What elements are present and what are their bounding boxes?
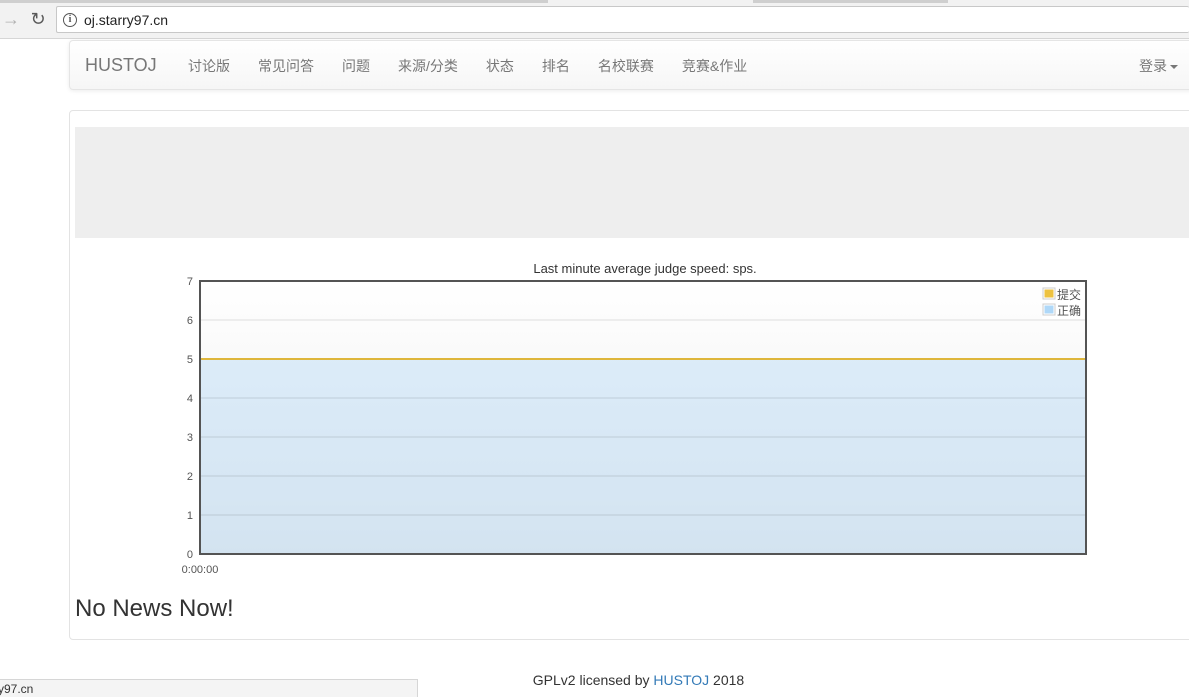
y-tick-label: 3 — [187, 432, 193, 444]
legend-label: 正确 — [1057, 304, 1081, 318]
footer-hustoj-link[interactable]: HUSTOJ — [653, 672, 709, 688]
footer-year: 2018 — [709, 672, 745, 688]
y-tick-label: 4 — [187, 393, 193, 405]
chart-title: Last minute average judge speed: sps. — [533, 261, 756, 276]
judge-speed-chart: Last minute average judge speed: sps. 0 1 2… — [182, 261, 1087, 576]
y-tick-label: 5 — [187, 354, 193, 366]
footer-license-text: GPLv2 licensed by — [532, 672, 654, 688]
y-tick-label: 7 — [187, 276, 193, 288]
y-tick-label: 0 — [187, 549, 193, 561]
y-tick-label: 2 — [187, 471, 193, 483]
y-tick-label: 6 — [187, 315, 193, 327]
legend-swatch — [1044, 305, 1054, 314]
y-tick-label: 1 — [187, 510, 193, 522]
legend-label: 提交 — [1057, 287, 1081, 302]
series-area-0 — [200, 359, 1086, 554]
x-tick-label: 0:00:00 — [182, 564, 219, 576]
legend-swatch — [1044, 289, 1054, 298]
status-url: rry97.cn — [0, 682, 34, 696]
browser-status-bar: rry97.cn — [0, 679, 418, 697]
